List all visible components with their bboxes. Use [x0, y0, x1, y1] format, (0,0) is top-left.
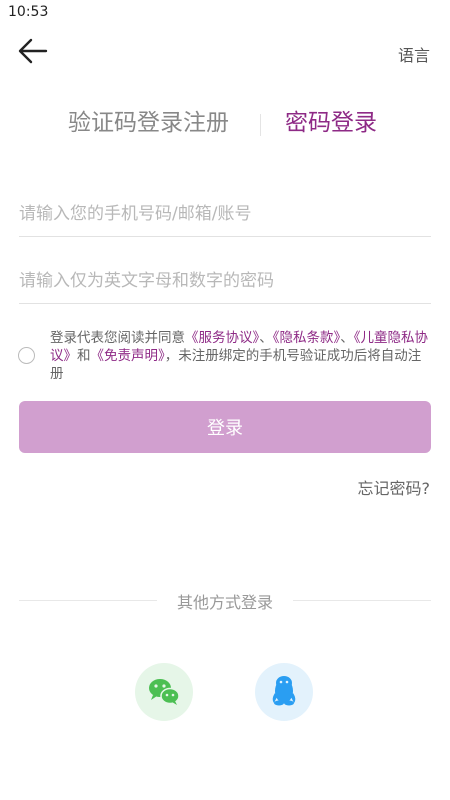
status-bar-time: 10:53	[8, 4, 49, 20]
other-login-label: 其他方式登录	[176, 593, 273, 612]
back-arrow-icon	[18, 38, 48, 64]
qq-icon	[272, 676, 296, 706]
service-agreement-link[interactable]: 《服务协议》	[185, 330, 259, 346]
tab-password-login[interactable]: 密码登录	[285, 104, 377, 142]
tab-divider	[260, 114, 261, 136]
language-button[interactable]: 语言	[398, 42, 430, 66]
forgot-password-link[interactable]: 忘记密码?	[358, 475, 431, 499]
login-button[interactable]: 登录	[19, 401, 431, 453]
wechat-icon	[149, 679, 180, 705]
password-input[interactable]	[19, 259, 431, 304]
agreement-and: 和	[77, 348, 91, 364]
disclaimer-link[interactable]: 《免责声明》	[91, 348, 165, 364]
agreement-prefix: 登录代表您阅读并同意	[50, 330, 185, 346]
agreement-checkbox[interactable]	[18, 347, 35, 364]
tab-sms-login[interactable]: 验证码登录注册	[68, 104, 229, 142]
agreement-text: 登录代表您阅读并同意《服务协议》、《隐私条款》、《儿童隐私协议》和《免责声明》，…	[50, 329, 432, 383]
divider-right	[293, 600, 431, 601]
privacy-terms-link[interactable]: 《隐私条款》	[273, 330, 341, 346]
back-button[interactable]	[16, 36, 50, 66]
login-tabs: 验证码登录注册 密码登录	[0, 104, 450, 144]
agreement-separator: 、	[340, 330, 354, 346]
account-input[interactable]	[19, 192, 431, 237]
qq-login-button[interactable]	[255, 663, 313, 721]
agreement-separator: 、	[259, 330, 273, 346]
wechat-login-button[interactable]	[135, 663, 193, 721]
